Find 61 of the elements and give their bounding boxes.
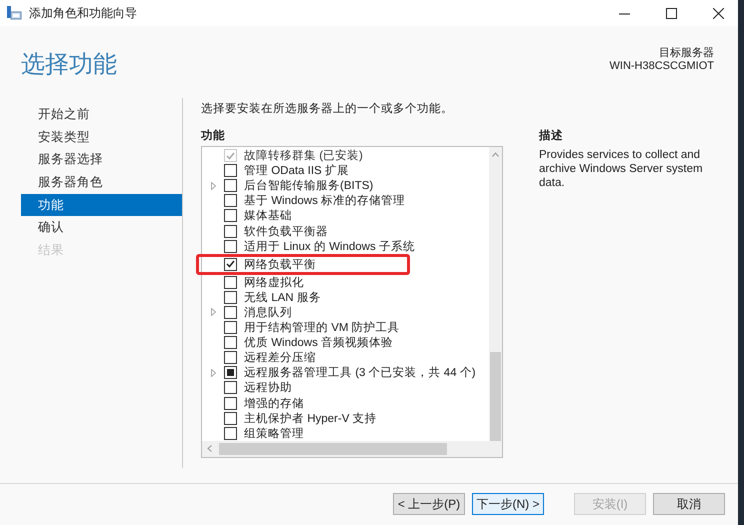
nav-item[interactable]: 安装类型 xyxy=(21,126,182,148)
window-title: 添加角色和功能向导 xyxy=(29,4,138,22)
horizontal-scrollbar[interactable] xyxy=(202,441,502,457)
feature-label: 增强的存储 xyxy=(244,396,304,411)
feature-label: 媒体基础 xyxy=(244,208,292,224)
scrollbar-thumb[interactable] xyxy=(490,352,501,441)
checkbox[interactable] xyxy=(224,240,237,253)
feature-label: 后台智能传输服务(BITS) xyxy=(244,178,374,194)
feature-label: 管理 OData IIS 扩展 xyxy=(244,163,349,178)
checkbox[interactable] xyxy=(224,224,237,238)
instruction-text: 选择要安装在所选服务器上的一个或多个功能。 xyxy=(201,102,454,117)
checkbox[interactable] xyxy=(224,426,237,440)
checkbox[interactable] xyxy=(224,351,237,364)
features-heading: 功能 xyxy=(201,128,226,144)
page-title: 选择功能 xyxy=(21,50,117,80)
wizard-button[interactable]: 取消 xyxy=(653,493,725,515)
checkbox[interactable] xyxy=(224,336,237,350)
target-server-label: 目标服务器 xyxy=(659,47,714,60)
feature-label: 组策略管理 xyxy=(244,426,304,441)
checkbox[interactable] xyxy=(224,366,237,380)
feature-label: 适用于 Linux 的 Windows 子系统 xyxy=(244,239,415,254)
maximize-icon[interactable] xyxy=(666,8,677,18)
feature-label: 无线 LAN 服务 xyxy=(244,290,321,305)
feature-label: 用于结构管理的 VM 防护工具 xyxy=(244,320,400,336)
feature-label: 远程服务器管理工具 (3 个已安装，共 44 个) xyxy=(244,366,476,380)
checkbox[interactable] xyxy=(224,164,237,178)
checkbox[interactable] xyxy=(224,276,237,289)
checkbox[interactable] xyxy=(224,381,237,394)
description-heading: 描述 xyxy=(539,128,564,144)
feature-label: 网络负载平衡 xyxy=(244,258,316,272)
nav-item[interactable]: 开始之前 xyxy=(21,103,182,126)
feature-label: 主机保护者 Hyper-V 支持 xyxy=(244,411,377,426)
nav-item[interactable]: 确认 xyxy=(21,216,182,240)
wizard-button[interactable]: 下一步(N) > xyxy=(472,493,544,515)
checkbox[interactable] xyxy=(224,412,237,425)
feature-label: 优质 Windows 音频视频体验 xyxy=(244,335,394,350)
feature-label: 远程差分压缩 xyxy=(244,350,316,366)
nav-item[interactable]: 服务器角色 xyxy=(21,171,182,194)
scrollbar-thumb[interactable] xyxy=(219,443,447,455)
checkbox[interactable] xyxy=(224,258,237,271)
checkbox[interactable] xyxy=(224,179,237,192)
vertical-scrollbar[interactable] xyxy=(489,147,502,441)
feature-label: 网络虚拟化 xyxy=(244,276,304,290)
checkbox[interactable] xyxy=(224,209,237,222)
checkbox[interactable] xyxy=(224,396,237,410)
target-server-name: WIN-H38CSCGMIOT xyxy=(610,60,714,73)
wizard-button[interactable]: < 上一步(P) xyxy=(393,493,465,515)
feature-label: 基于 Windows 标准的存储管理 xyxy=(244,194,406,208)
feature-label: 消息队列 xyxy=(244,306,292,320)
checkbox[interactable] xyxy=(224,321,237,334)
checkbox[interactable] xyxy=(224,290,237,304)
nav-item[interactable]: 服务器选择 xyxy=(21,148,182,172)
feature-label: 软件负载平衡器 xyxy=(244,224,328,239)
app-icon xyxy=(6,5,22,21)
checkbox[interactable] xyxy=(224,306,237,319)
close-icon[interactable] xyxy=(713,8,724,18)
description-text: Provides services to collect and archive Windows Server system data. xyxy=(539,148,704,190)
checkbox[interactable] xyxy=(224,194,237,208)
feature-label: 故障转移群集 (已安装) xyxy=(244,148,363,164)
nav-item[interactable]: 功能 xyxy=(21,194,182,216)
feature-label: 远程协助 xyxy=(244,380,292,396)
